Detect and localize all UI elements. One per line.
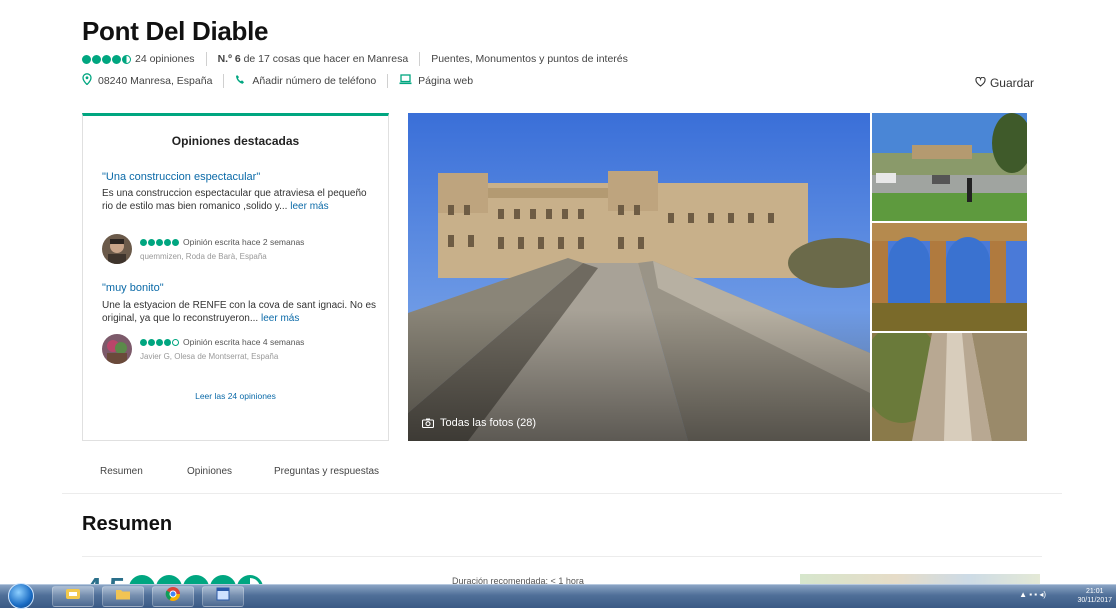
review-text: Une la estyacion de RENFE con la cova de… [102,300,377,324]
review-title[interactable]: "muy bonito" [102,282,164,294]
tab-opiniones[interactable]: Opiniones [187,466,232,477]
reviews-count-link[interactable]: 24 opiniones [135,53,195,65]
section-heading: Resumen [82,513,173,535]
taskbar-app-button[interactable] [102,586,144,607]
camera-icon [422,418,434,428]
location-pin-icon [82,73,92,88]
rating-bubbles [82,54,131,64]
featured-reviews-card: Opiniones destacadas "Una construccion e… [82,113,389,441]
review-author[interactable]: quemmizen, Roda de Barà, España [140,252,267,261]
chrome-icon [165,586,181,607]
photo-thumbnail[interactable] [872,333,1027,441]
avatar[interactable] [102,234,132,264]
taskbar-app-button[interactable] [152,586,194,607]
review-text: Es una construccion espectacular que atr… [102,188,367,212]
save-button[interactable]: Guardar [975,76,1034,90]
page-title: Pont Del Diable [82,16,269,46]
review-title[interactable]: "Una construccion espectacular" [102,171,260,183]
window-app-icon [215,587,231,606]
contact-row: 08240 Manresa, España Añadir número de t… [82,73,473,88]
card-title: Opiniones destacadas [171,134,300,148]
photo-thumbnail[interactable] [872,223,1027,331]
heart-icon [975,76,986,90]
outlook-icon [65,587,81,606]
avatar[interactable] [102,334,132,364]
windows-start-icon[interactable] [8,583,34,609]
review-rating-bubbles [140,238,179,246]
laptop-icon [399,73,412,88]
folder-icon [115,587,131,606]
system-clock[interactable]: 21:01 30/11/2017 [1077,587,1112,605]
read-all-reviews-link[interactable]: Leer las 24 opiniones [83,391,388,401]
main-photo[interactable]: Todas las fotos (28) [408,113,870,441]
review-author[interactable]: Javier G, Olesa de Montserrat, España [140,352,278,361]
category[interactable]: Puentes, Monumentos y puntos de interés [431,53,628,65]
read-more-link[interactable]: leer más [261,313,299,324]
tab-resumen[interactable]: Resumen [100,466,143,477]
photo-thumbnail[interactable] [872,113,1027,221]
review-rating-bubbles [140,338,179,346]
taskbar-app-button[interactable] [52,586,94,607]
mini-map[interactable] [800,574,1040,584]
add-phone-link[interactable]: Añadir número de teléfono [252,75,376,87]
address[interactable]: 08240 Manresa, España [98,75,212,87]
website-link[interactable]: Página web [418,75,473,87]
all-photos-button[interactable]: Todas las fotos (28) [422,417,536,429]
phone-icon [235,74,246,88]
divider [82,556,1042,557]
divider [62,493,1062,494]
ranking[interactable]: N.º 6 de 17 cosas que hacer en Manresa [218,53,409,65]
review-meta: Opinión escrita hace 4 semanas [140,337,304,347]
review-meta: Opinión escrita hace 2 semanas [140,237,304,247]
rating-row: 24 opiniones N.º 6 de 17 cosas que hacer… [82,52,628,66]
tab-preguntas[interactable]: Preguntas y respuestas [274,466,379,477]
taskbar: ▲ ▪ ▪ ◂) 21:01 30/11/2017 [0,583,1116,609]
taskbar-app-button[interactable] [202,586,244,607]
tray-icons[interactable]: ▲ ▪ ▪ ◂) [1019,590,1046,599]
read-more-link[interactable]: leer más [290,201,328,212]
